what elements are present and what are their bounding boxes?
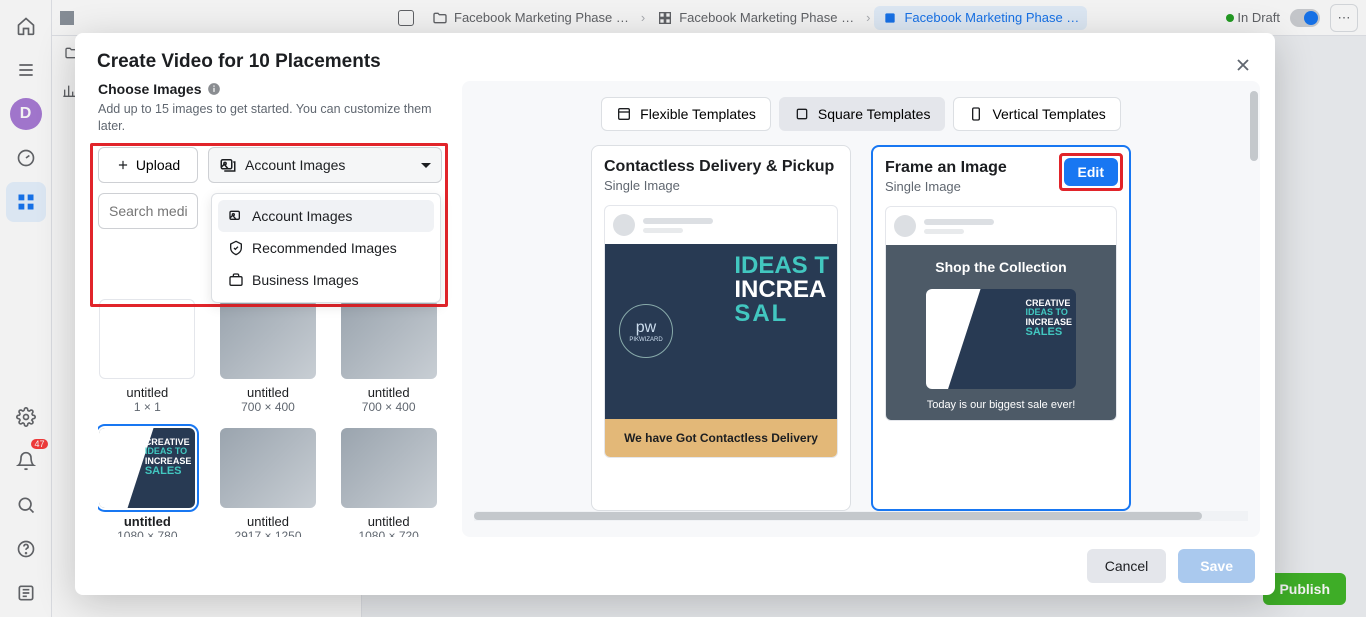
thumbnail-dimensions: 1 × 1 xyxy=(134,400,161,414)
cancel-button[interactable]: Cancel xyxy=(1087,549,1167,583)
menu-item-business-images[interactable]: Business Images xyxy=(218,264,434,296)
thumbnail-name: untitled xyxy=(126,385,168,400)
thumbnail-dimensions: 700 × 400 xyxy=(241,400,295,414)
chevron-down-icon xyxy=(421,163,431,173)
horizontal-scrollbar[interactable] xyxy=(474,511,1248,521)
choose-images-label: Choose Images xyxy=(98,81,442,97)
card-subtitle: Single Image xyxy=(604,178,838,193)
tab-flexible-templates[interactable]: Flexible Templates xyxy=(601,97,771,131)
plus-icon xyxy=(116,158,130,172)
tab-square-templates[interactable]: Square Templates xyxy=(779,97,946,131)
modal-footer: Cancel Save xyxy=(75,537,1275,595)
template-card-contactless[interactable]: Contactless Delivery & Pickup Single Ima… xyxy=(591,145,851,511)
image-thumbnail[interactable]: CREATIVEIDEAS TOINCREASESALESuntitled108… xyxy=(98,428,197,537)
thumbnail-name: untitled xyxy=(368,385,410,400)
image-thumbnail[interactable]: untitled1080 × 720 xyxy=(339,428,438,537)
image-thumbnail[interactable]: untitled2917 × 1250 xyxy=(219,428,318,537)
image-thumbnail[interactable]: untitled1 × 1 xyxy=(98,299,197,414)
tab-vertical-templates[interactable]: Vertical Templates xyxy=(953,97,1120,131)
choose-images-help: Add up to 15 images to get started. You … xyxy=(98,101,442,135)
vertical-icon xyxy=(968,106,984,122)
close-icon[interactable] xyxy=(1229,51,1257,79)
preview-post: Shop the Collection CREATIVE IDEAS TO IN… xyxy=(885,206,1117,421)
preview-caption: We have Got Contactless Delivery xyxy=(605,419,837,457)
thumbnail-dimensions: 2917 × 1250 xyxy=(234,529,301,537)
preview-caption: Today is our biggest sale ever! xyxy=(927,389,1076,417)
thumbnail-name: untitled xyxy=(124,514,171,529)
create-video-modal: Create Video for 10 Placements Choose Im… xyxy=(75,33,1275,595)
pw-logo: pwPIKWIZARD xyxy=(619,304,673,358)
choose-images-panel: Choose Images Add up to 15 images to get… xyxy=(90,81,450,537)
flexible-icon xyxy=(616,106,632,122)
vertical-scrollbar[interactable] xyxy=(1250,91,1258,517)
search-input[interactable] xyxy=(98,193,198,229)
save-button[interactable]: Save xyxy=(1178,549,1255,583)
image-thumbnail[interactable]: untitled700 × 400 xyxy=(339,299,438,414)
templates-panel: Flexible Templates Square Templates Vert… xyxy=(462,81,1260,537)
thumbnail-dimensions: 700 × 400 xyxy=(362,400,416,414)
preview-image: Shop the Collection CREATIVE IDEAS TO IN… xyxy=(886,245,1116,420)
images-icon xyxy=(228,208,244,224)
briefcase-icon xyxy=(228,272,244,288)
upload-button[interactable]: Upload xyxy=(98,147,198,183)
template-previews: Contactless Delivery & Pickup Single Ima… xyxy=(474,145,1248,511)
menu-item-recommended-images[interactable]: Recommended Images xyxy=(218,232,434,264)
thumbnail-name: untitled xyxy=(247,385,289,400)
badge-icon xyxy=(228,240,244,256)
preview-image: pwPIKWIZARD IDEAS TINCREASAL xyxy=(605,244,837,419)
info-icon[interactable] xyxy=(207,82,221,96)
image-grid: untitled1 × 1untitled700 × 400untitled70… xyxy=(98,299,438,537)
card-title: Contactless Delivery & Pickup xyxy=(604,158,838,176)
preview-post: pwPIKWIZARD IDEAS TINCREASAL We have Got… xyxy=(604,205,838,458)
thumbnail-name: untitled xyxy=(368,514,410,529)
menu-item-account-images[interactable]: Account Images xyxy=(218,200,434,232)
thumbnail-dimensions: 1080 × 780 xyxy=(117,529,177,537)
template-tabs: Flexible Templates Square Templates Vert… xyxy=(474,97,1248,131)
highlight-annotation: Edit xyxy=(1059,153,1123,191)
images-icon xyxy=(219,156,237,174)
avatar-placeholder xyxy=(894,215,916,237)
square-icon xyxy=(794,106,810,122)
avatar-placeholder xyxy=(613,214,635,236)
inner-creative: CREATIVE IDEAS TO INCREASE SALES xyxy=(926,289,1076,389)
image-source-dropdown[interactable]: Account Images xyxy=(208,147,442,183)
template-card-frame-image[interactable]: Frame an Image Single Image Edit Shop th… xyxy=(871,145,1131,511)
modal-title: Create Video for 10 Placements xyxy=(97,51,1253,73)
thumbnail-name: untitled xyxy=(247,514,289,529)
image-source-menu: Account Images Recommended Images Busine… xyxy=(211,193,441,303)
thumbnail-dimensions: 1080 × 720 xyxy=(358,529,418,537)
image-thumbnail[interactable]: untitled700 × 400 xyxy=(219,299,318,414)
edit-button[interactable]: Edit xyxy=(1064,158,1118,186)
